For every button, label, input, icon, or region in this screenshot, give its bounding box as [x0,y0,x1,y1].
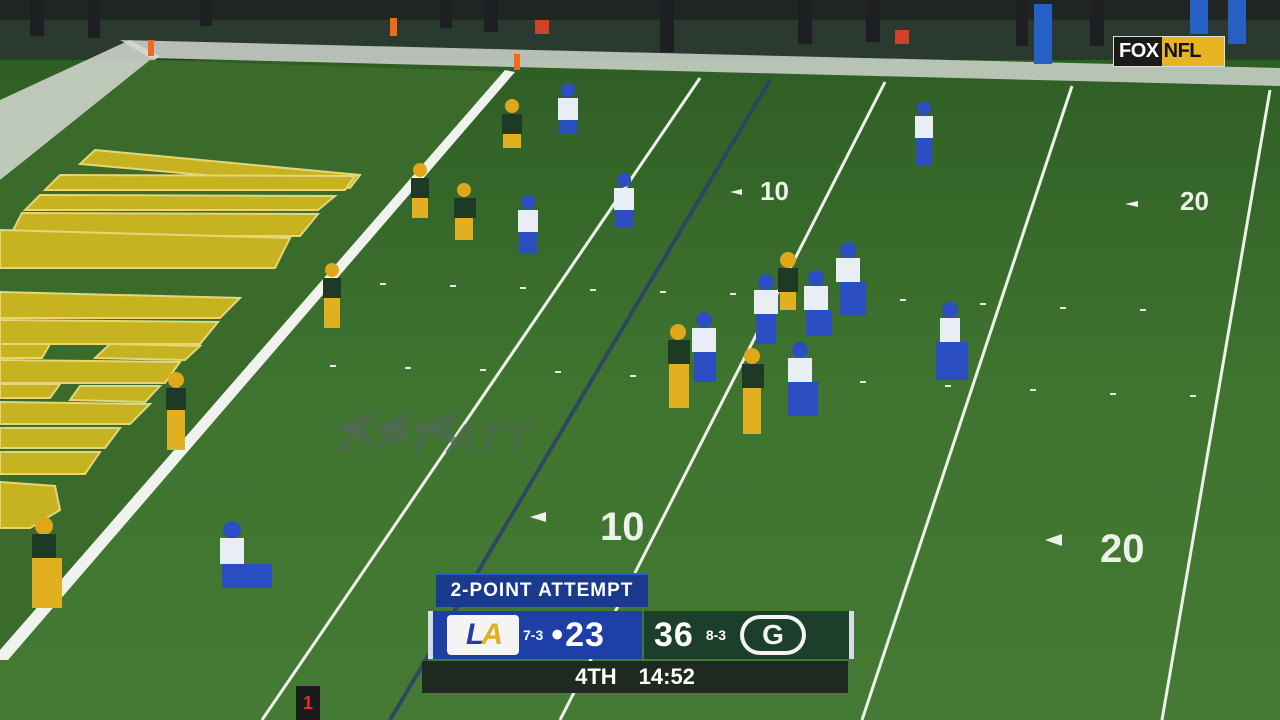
play-status-banner: 2-POINT ATTEMPT [436,573,648,607]
rams-logo: LA [447,615,519,655]
game-clock: 14:52 [638,664,695,689]
packers-logo: G [740,615,807,655]
down-marker: 1 [296,686,320,720]
rams-logo-a: A [481,618,503,651]
quarter-label: 4TH [575,664,617,689]
game-clock-row: 4TH 14:52 [422,661,848,693]
score-bug: 2-POINT ATTEMPT LA 7-3 • 23 36 8-3 G 4TH… [422,573,856,695]
fox-logo-text: FOX [1114,37,1162,66]
nfl-logo-text: NFL [1161,37,1224,66]
yard-number-20-far: 20 [1180,186,1209,216]
away-score: 23 [565,615,605,654]
packers-logo-g: G [744,619,803,651]
home-record: 8-3 [705,627,727,643]
away-team-row: LA 7-3 • 23 [428,611,642,659]
yard-number-10-far: 10 [760,176,789,206]
network-logo: FOX NFL [1113,36,1225,67]
pylon [514,54,520,70]
sideline-person [1034,4,1052,64]
yard-number-20-near: 20 [1100,527,1145,571]
pylon [148,40,154,56]
yard-number-10-near: 10 [600,505,645,549]
away-record: 7-3 [523,627,544,643]
possession-indicator: • [551,615,564,654]
home-team-row: 36 8-3 G [644,611,854,659]
rams-logo-l: L [466,618,484,651]
home-score: 36 [654,615,694,654]
